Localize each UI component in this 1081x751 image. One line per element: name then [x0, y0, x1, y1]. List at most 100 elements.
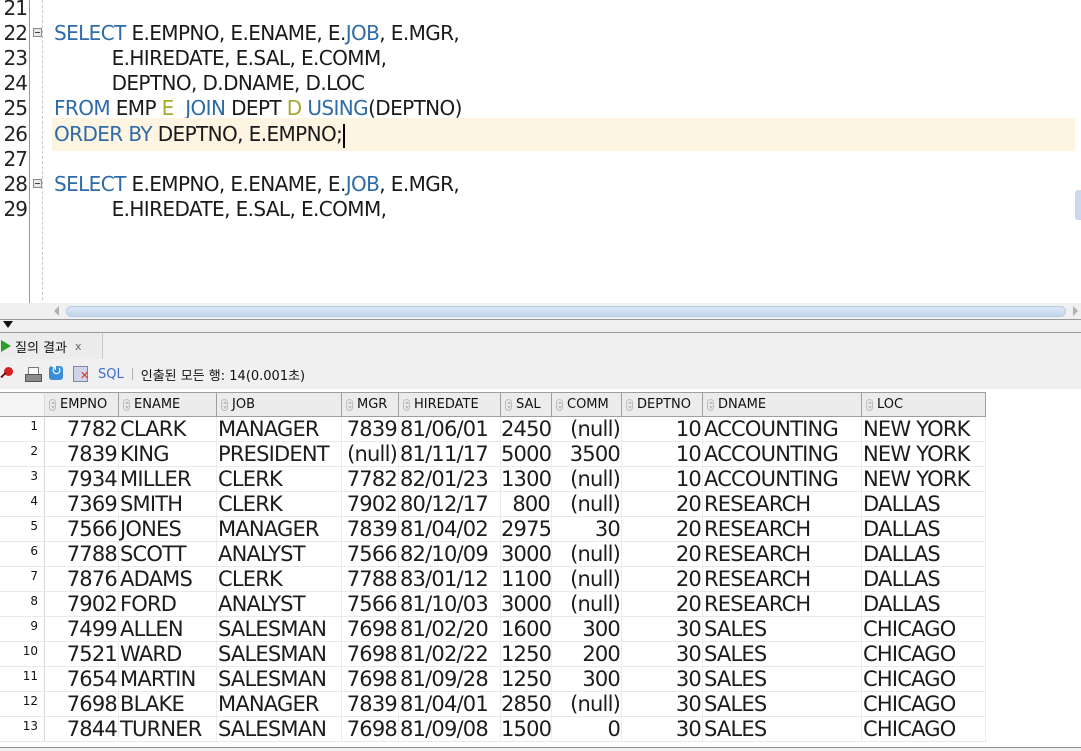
- cell-job[interactable]: PRESIDENT: [217, 442, 342, 466]
- collapse-arrow-icon[interactable]: [3, 321, 13, 328]
- cell-loc[interactable]: NEW YORK: [862, 417, 986, 441]
- table-row[interactable]: 7 7876 ADAMS CLERK 7788 83/01/12 1100 (null) 20 R…: [0, 567, 986, 592]
- row-number[interactable]: 1: [0, 417, 45, 441]
- cell-job[interactable]: MANAGER: [217, 517, 342, 541]
- cell-comm[interactable]: 300: [552, 617, 622, 641]
- table-row[interactable]: 8 7902 FORD ANALYST 7566 81/10/03 3000 (null) 20…: [0, 592, 986, 617]
- table-row[interactable]: 3 7934 MILLER CLERK 7782 82/01/23 1300 (null) 10…: [0, 467, 986, 492]
- cell-sal[interactable]: 1500: [501, 717, 552, 741]
- cell-sal[interactable]: 1100: [501, 567, 552, 591]
- cell-comm[interactable]: (null): [552, 692, 622, 716]
- cell-job[interactable]: CLERK: [217, 567, 342, 591]
- row-number[interactable]: 12: [0, 692, 45, 716]
- row-number[interactable]: 13: [0, 717, 45, 741]
- cell-dname[interactable]: SALES: [703, 642, 862, 666]
- code-line[interactable]: 29 E.HIREDATE, E.SAL, E.COMM,: [0, 193, 1075, 226]
- column-header-hiredate[interactable]: HIREDATE: [399, 392, 501, 417]
- row-number[interactable]: 10: [0, 642, 45, 666]
- cell-sal[interactable]: 3000: [501, 542, 552, 566]
- sort-icon[interactable]: [866, 398, 873, 411]
- cell-empno[interactable]: 7521: [45, 642, 119, 666]
- table-row[interactable]: 4 7369 SMITH CLERK 7902 80/12/17 800 (null) 20 RE…: [0, 492, 986, 517]
- cell-hiredate[interactable]: 81/11/17: [399, 442, 501, 466]
- cell-comm[interactable]: (null): [552, 542, 622, 566]
- column-header-loc[interactable]: LOC: [862, 392, 986, 417]
- sort-icon[interactable]: [346, 398, 353, 411]
- cell-loc[interactable]: DALLAS: [862, 592, 986, 616]
- cell-hiredate[interactable]: 82/01/23: [399, 467, 501, 491]
- fold-toggle-icon[interactable]: [33, 179, 42, 188]
- cell-empno[interactable]: 7499: [45, 617, 119, 641]
- cell-hiredate[interactable]: 81/09/28: [399, 667, 501, 691]
- cell-ename[interactable]: MARTIN: [119, 667, 217, 691]
- cell-loc[interactable]: CHICAGO: [862, 642, 986, 666]
- cell-mgr[interactable]: 7566: [342, 542, 399, 566]
- cell-job[interactable]: MANAGER: [217, 417, 342, 441]
- sort-icon[interactable]: [49, 398, 56, 411]
- row-number[interactable]: 9: [0, 617, 45, 641]
- cell-mgr[interactable]: 7788: [342, 567, 399, 591]
- table-row[interactable]: 1 7782 CLARK MANAGER 7839 81/06/01 2450 (null) 1…: [0, 417, 986, 442]
- cell-sal[interactable]: 1600: [501, 617, 552, 641]
- table-row[interactable]: 10 7521 WARD SALESMAN 7698 81/02/22 1250 200 30 S…: [0, 642, 986, 667]
- cell-dname[interactable]: ACCOUNTING: [703, 417, 862, 441]
- cell-loc[interactable]: CHICAGO: [862, 667, 986, 691]
- cell-empno[interactable]: 7654: [45, 667, 119, 691]
- column-header-sal[interactable]: SAL: [501, 392, 552, 417]
- scroll-right-arrow-icon[interactable]: [1073, 306, 1078, 316]
- cell-ename[interactable]: FORD: [119, 592, 217, 616]
- cell-sal[interactable]: 1300: [501, 467, 552, 491]
- table-row[interactable]: 6 7788 SCOTT ANALYST 7566 82/10/09 3000 (null) 2…: [0, 542, 986, 567]
- cell-mgr[interactable]: 7698: [342, 642, 399, 666]
- column-header-dname[interactable]: DNAME: [703, 392, 862, 417]
- print-icon[interactable]: [24, 365, 42, 383]
- cell-deptno[interactable]: 10: [622, 442, 703, 466]
- cell-deptno[interactable]: 30: [622, 642, 703, 666]
- cell-loc[interactable]: NEW YORK: [862, 467, 986, 491]
- row-number[interactable]: 11: [0, 667, 45, 691]
- cell-mgr[interactable]: 7839: [342, 692, 399, 716]
- cell-dname[interactable]: SALES: [703, 617, 862, 641]
- row-number[interactable]: 3: [0, 467, 45, 491]
- cell-ename[interactable]: MILLER: [119, 467, 217, 491]
- cell-comm[interactable]: 3500: [552, 442, 622, 466]
- table-row[interactable]: 11 7654 MARTIN SALESMAN 7698 81/09/28 1250 300 3…: [0, 667, 986, 692]
- sort-icon[interactable]: [221, 398, 228, 411]
- cell-mgr[interactable]: 7782: [342, 467, 399, 491]
- panel-splitter[interactable]: [0, 319, 1081, 333]
- cell-job[interactable]: CLERK: [217, 467, 342, 491]
- table-row[interactable]: 13 7844 TURNER SALESMAN 7698 81/09/08 1500 0 30 S…: [0, 717, 986, 742]
- row-number[interactable]: 8: [0, 592, 45, 616]
- cell-mgr[interactable]: (null): [342, 442, 399, 466]
- cell-job[interactable]: SALESMAN: [217, 717, 342, 741]
- cell-hiredate[interactable]: 80/12/17: [399, 492, 501, 516]
- cell-job[interactable]: ANALYST: [217, 592, 342, 616]
- cell-ename[interactable]: ADAMS: [119, 567, 217, 591]
- cell-hiredate[interactable]: 81/04/01: [399, 692, 501, 716]
- cell-deptno[interactable]: 30: [622, 717, 703, 741]
- cell-ename[interactable]: BLAKE: [119, 692, 217, 716]
- cell-sal[interactable]: 2975: [501, 517, 552, 541]
- cell-hiredate[interactable]: 81/09/08: [399, 717, 501, 741]
- cell-dname[interactable]: RESEARCH: [703, 592, 862, 616]
- cell-dname[interactable]: SALES: [703, 717, 862, 741]
- scroll-left-arrow-icon[interactable]: [54, 306, 59, 316]
- cell-sal[interactable]: 2450: [501, 417, 552, 441]
- cell-sal[interactable]: 800: [501, 492, 552, 516]
- cell-ename[interactable]: KING: [119, 442, 217, 466]
- cell-mgr[interactable]: 7839: [342, 517, 399, 541]
- cell-ename[interactable]: WARD: [119, 642, 217, 666]
- cell-empno[interactable]: 7902: [45, 592, 119, 616]
- column-header-ename[interactable]: ENAME: [119, 392, 217, 417]
- cell-deptno[interactable]: 20: [622, 492, 703, 516]
- sql-link[interactable]: SQL: [98, 367, 124, 382]
- cell-sal[interactable]: 1250: [501, 642, 552, 666]
- cell-job[interactable]: SALESMAN: [217, 642, 342, 666]
- column-header-job[interactable]: JOB: [217, 392, 342, 417]
- cell-deptno[interactable]: 20: [622, 592, 703, 616]
- cell-dname[interactable]: SALES: [703, 667, 862, 691]
- sort-icon[interactable]: [556, 398, 563, 411]
- cell-comm[interactable]: (null): [552, 592, 622, 616]
- cell-deptno[interactable]: 30: [622, 667, 703, 691]
- column-header-comm[interactable]: COMM: [552, 392, 622, 417]
